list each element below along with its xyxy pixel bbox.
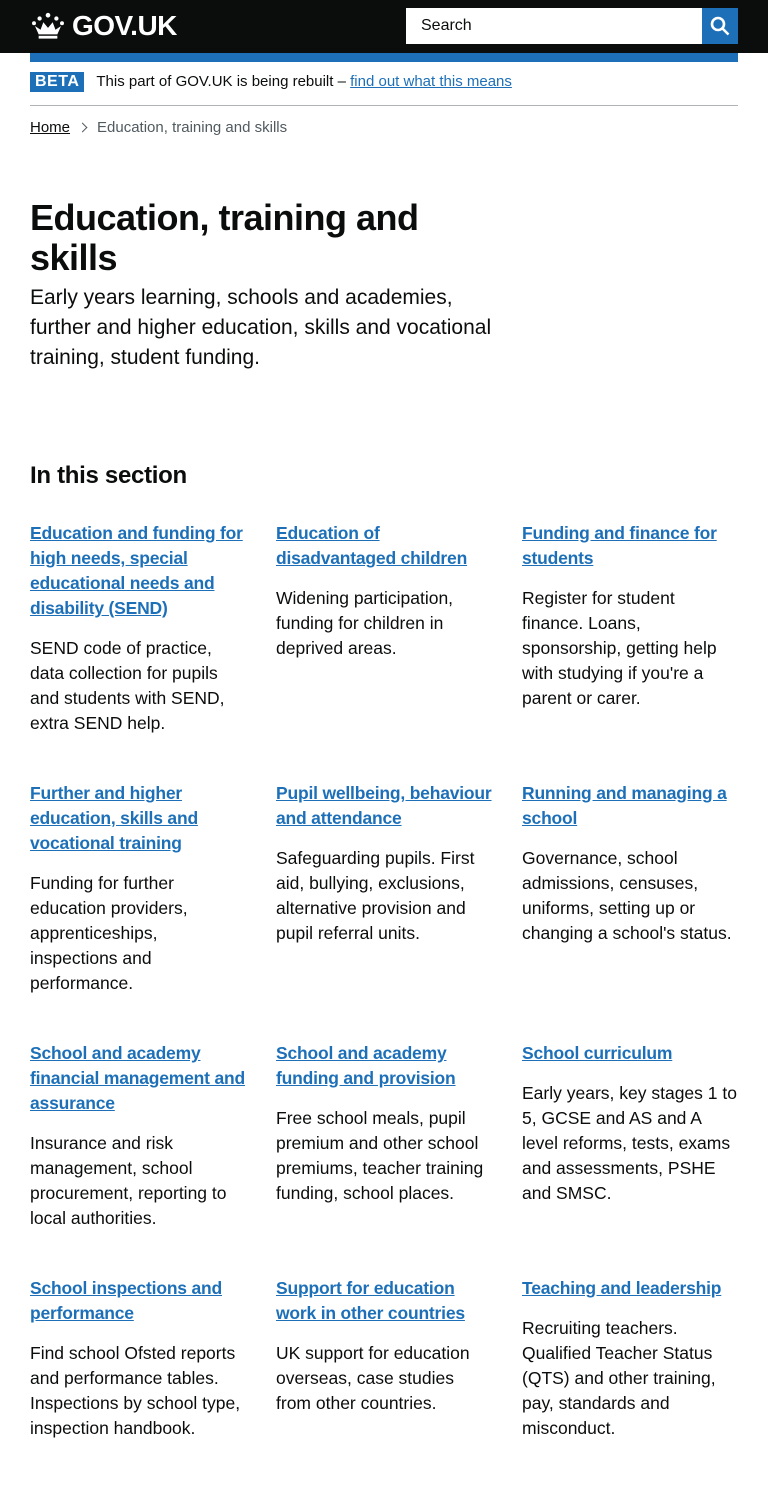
section-item: School and academy funding and provision… [276, 1041, 492, 1206]
section-item-link[interactable]: Support for education work in other coun… [276, 1276, 492, 1326]
page-title: Education, training and skills [30, 197, 419, 278]
breadcrumb-home-link[interactable]: Home [30, 119, 70, 136]
section-item: Education of disadvantaged children Wide… [276, 521, 492, 661]
search-input[interactable] [406, 8, 702, 44]
section-item: Pupil wellbeing, behaviour and attendanc… [276, 781, 492, 946]
section-item-link[interactable]: School curriculum [522, 1041, 738, 1066]
section-item-description: Find school Ofsted reports and performan… [30, 1343, 241, 1438]
section-item: School curriculum Early years, key stage… [522, 1041, 738, 1206]
section-item-description: Funding for further education providers,… [30, 873, 188, 993]
section-item-description: Safeguarding pupils. First aid, bullying… [276, 848, 475, 943]
section-item-description: Register for student finance. Loans, spo… [522, 588, 717, 708]
header-blue-bar [30, 53, 738, 62]
beta-tag: BETA [30, 72, 85, 92]
section-item-description: Recruiting teachers. Qualified Teacher S… [522, 1318, 716, 1438]
phase-banner-link[interactable]: find out what this means [350, 73, 512, 90]
section-item-link[interactable]: Education and funding for high needs, sp… [30, 521, 246, 621]
section-item-description: SEND code of practice, data collection f… [30, 638, 225, 733]
section-item-link[interactable]: Teaching and leadership [522, 1276, 738, 1301]
section-item-link[interactable]: School inspections and performance [30, 1276, 246, 1326]
section-heading: In this section [30, 462, 187, 489]
section-item-description: UK support for education overseas, case … [276, 1343, 470, 1413]
section-item-link[interactable]: Running and managing a school [522, 781, 738, 831]
site-header: GOV.UK [0, 0, 768, 53]
search-button[interactable] [702, 8, 738, 44]
section-item: School inspections and performance Find … [30, 1276, 246, 1441]
govuk-logo-link[interactable]: GOV.UK [30, 10, 177, 42]
breadcrumb: Home Education, training and skills [30, 117, 287, 137]
breadcrumb-current: Education, training and skills [97, 118, 288, 136]
section-item-link[interactable]: School and academy funding and provision [276, 1041, 492, 1091]
section-item-link[interactable]: School and academy financial management … [30, 1041, 246, 1116]
section-item-link[interactable]: Pupil wellbeing, behaviour and attendanc… [276, 781, 492, 831]
section-item-description: Early years, key stages 1 to 5, GCSE and… [522, 1083, 737, 1203]
section-item: School and academy financial management … [30, 1041, 246, 1231]
section-item: Teaching and leadership Recruiting teach… [522, 1276, 738, 1441]
section-item-description: Insurance and risk management, school pr… [30, 1133, 227, 1228]
search-icon [710, 16, 730, 36]
phase-banner-text: This part of GOV.UK is being rebuilt – f… [96, 72, 512, 92]
section-item-link[interactable]: Education of disadvantaged children [276, 521, 492, 571]
phase-banner: BETA This part of GOV.UK is being rebuil… [30, 72, 738, 106]
section-item: Running and managing a school Governance… [522, 781, 738, 946]
logo-text: GOV.UK [72, 10, 177, 41]
section-item-description: Widening participation, funding for chil… [276, 588, 454, 658]
section-item-link[interactable]: Funding and finance for students [522, 521, 738, 571]
section-item-link[interactable]: Further and higher education, skills and… [30, 781, 246, 856]
page-description: Early years learning, schools and academ… [30, 286, 492, 369]
section-item-description: Free school meals, pupil premium and oth… [276, 1108, 484, 1203]
section-item: Further and higher education, skills and… [30, 781, 246, 996]
phase-banner-message: This part of GOV.UK is being rebuilt – [96, 73, 346, 90]
section-item-description: Governance, school admissions, censuses,… [522, 848, 732, 943]
section-item: Funding and finance for students Registe… [522, 521, 738, 711]
chevron-right-icon [77, 122, 88, 132]
crown-icon [32, 12, 64, 39]
section-item: Support for education work in other coun… [276, 1276, 492, 1416]
section-item: Education and funding for high needs, sp… [30, 521, 246, 736]
